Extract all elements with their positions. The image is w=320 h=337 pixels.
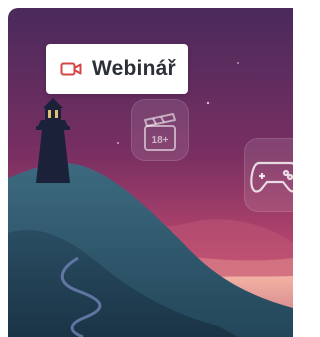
video-camera-icon xyxy=(60,61,82,77)
webinar-badge[interactable]: Webinář xyxy=(46,44,188,94)
rating-label: 18+ xyxy=(152,135,169,146)
gamepad-tile xyxy=(244,138,293,212)
webinar-card[interactable]: 18+ Webinář xyxy=(8,8,293,337)
clapperboard-18-icon: 18+ xyxy=(144,113,176,151)
clapperboard-tile: 18+ xyxy=(131,99,189,161)
gamepad-icon xyxy=(250,161,293,193)
badge-label: Webinář xyxy=(92,57,176,80)
